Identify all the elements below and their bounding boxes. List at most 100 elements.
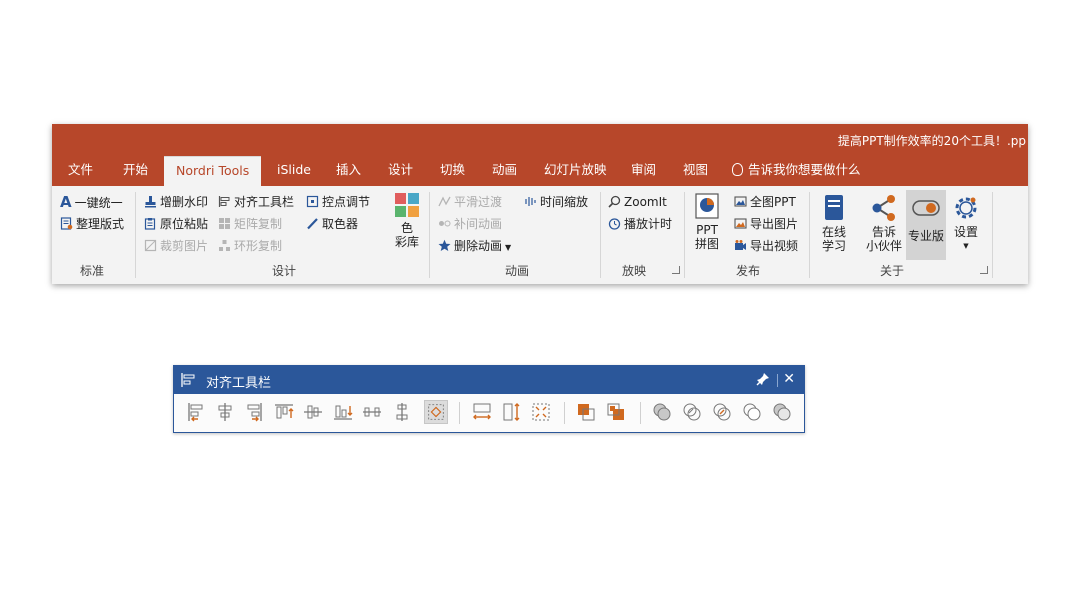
export-image-icon	[734, 218, 747, 229]
handle-adjust-icon	[306, 195, 319, 208]
align-to-slide-button[interactable]	[424, 400, 448, 424]
align-bottom-button[interactable]	[331, 400, 355, 424]
export-image-button[interactable]: 导出图片	[734, 214, 798, 234]
swap-position-button[interactable]	[604, 400, 628, 424]
time-scale-button[interactable]: 时间缩放	[524, 192, 588, 212]
shape-union-button[interactable]	[650, 400, 674, 424]
zoomit-button[interactable]: ZoomIt	[608, 192, 667, 212]
delete-animation-button[interactable]: 删除动画 ▼	[438, 236, 511, 256]
toggle-switch-icon	[912, 200, 940, 216]
smooth-transition-button[interactable]: 平滑过渡	[438, 192, 502, 212]
align-toolbar-header: 对齐工具栏 ✕	[174, 366, 804, 394]
tween-animation-button[interactable]: 补间动画	[438, 214, 502, 234]
tab-design[interactable]: 设计	[388, 156, 413, 186]
tab-insert[interactable]: 插入	[336, 156, 361, 186]
unify-button[interactable]: A 一键统一	[60, 192, 123, 212]
toolbar-separator	[459, 402, 460, 424]
header-divider	[777, 374, 778, 387]
share-icon	[872, 195, 895, 221]
align-right-button[interactable]	[242, 400, 266, 424]
group-separator	[992, 192, 993, 278]
group-label-publish: 发布	[736, 264, 761, 278]
same-height-button[interactable]	[500, 400, 524, 424]
align-left-button[interactable]	[184, 400, 208, 424]
ribbon-window: 提高PPT制作效率的20个工具！.pp 文件 开始 Nordri Tools i…	[52, 124, 1028, 284]
same-width-button[interactable]	[470, 400, 494, 424]
ribbon-groups: A 一键统一 整理版式 标准 增删水印 原位粘贴 裁剪图片 对齐工具栏 矩阵复制 …	[52, 186, 1028, 284]
chevron-down-icon: ▼	[505, 243, 512, 252]
color-picker-button[interactable]: 取色器	[306, 214, 358, 234]
color-palette-icon	[395, 193, 419, 217]
close-icon[interactable]: ✕	[783, 371, 795, 387]
tab-view[interactable]: 视图	[683, 156, 708, 186]
pie-chart-doc-icon	[695, 193, 719, 219]
same-size-button[interactable]	[529, 400, 553, 424]
dialog-launcher-icon[interactable]	[980, 266, 988, 274]
tab-nordri-tools[interactable]: Nordri Tools	[164, 156, 262, 187]
chevron-down-icon: ▼	[963, 242, 969, 250]
tab-slideshow[interactable]: 幻灯片放映	[544, 156, 607, 186]
lightbulb-icon	[732, 163, 743, 176]
shape-intersect-button[interactable]	[740, 400, 764, 424]
tween-icon	[439, 220, 451, 227]
align-toolbar-body	[174, 394, 804, 432]
title-bar: 提高PPT制作效率的20个工具！.pp	[52, 124, 1028, 156]
pin-icon[interactable]	[756, 372, 770, 386]
color-library-button[interactable]: 色 彩库	[392, 192, 422, 249]
eyedropper-icon	[307, 218, 318, 230]
toolbar-separator	[640, 402, 641, 424]
pro-version-toggle[interactable]: 专业版	[906, 190, 946, 260]
align-toolbar-title: 对齐工具栏	[206, 376, 272, 391]
tab-home[interactable]: 开始	[123, 156, 148, 186]
ppt-collage-button[interactable]: PPT 拼图	[692, 192, 722, 251]
group-label-standard: 标准	[80, 264, 105, 278]
ring-copy-icon	[219, 240, 230, 251]
tab-transitions[interactable]: 切换	[440, 156, 465, 186]
distribute-vertical-button[interactable]	[390, 400, 414, 424]
shape-fragment-button[interactable]	[710, 400, 734, 424]
tell-friends-button[interactable]: 告诉 小伙伴	[862, 194, 906, 253]
full-image-ppt-button[interactable]: 全图PPT	[734, 192, 796, 212]
align-toolbar-button[interactable]: 对齐工具栏	[218, 192, 294, 212]
group-separator	[809, 192, 810, 278]
ring-copy-button[interactable]: 环形复制	[218, 236, 282, 256]
tab-review[interactable]: 审阅	[631, 156, 656, 186]
dialog-launcher-icon[interactable]	[672, 266, 680, 274]
handle-adjust-button[interactable]: 控点调节	[306, 192, 370, 212]
align-left-icon	[218, 196, 230, 207]
export-video-button[interactable]: 导出视频	[734, 236, 798, 256]
crop-image-button[interactable]: 裁剪图片	[144, 236, 208, 256]
group-label-about: 关于	[880, 264, 905, 278]
watermark-button[interactable]: 增删水印	[144, 192, 208, 212]
rehearse-timing-button[interactable]: 播放计时	[608, 214, 672, 234]
gear-icon	[955, 197, 977, 219]
paste-icon	[144, 218, 156, 230]
shape-combine-button[interactable]	[680, 400, 704, 424]
layout-doc-icon	[60, 217, 73, 230]
tell-me-search[interactable]: 告诉我你想要做什么	[732, 156, 861, 186]
online-learning-button[interactable]: 在线 学习	[817, 194, 851, 253]
clock-icon	[608, 218, 621, 230]
align-middle-button[interactable]	[301, 400, 325, 424]
magnifier-icon	[608, 195, 621, 208]
star-icon	[438, 239, 451, 251]
settings-button[interactable]: 设置 ▼	[948, 194, 984, 253]
align-toolbar-panel: 对齐工具栏 ✕	[173, 365, 805, 433]
paste-in-place-button[interactable]: 原位粘贴	[144, 214, 208, 234]
align-center-button[interactable]	[213, 400, 237, 424]
shape-subtract-button[interactable]	[770, 400, 794, 424]
tab-animations[interactable]: 动画	[492, 156, 517, 186]
smooth-transition-icon	[438, 196, 451, 207]
stamp-icon	[145, 196, 156, 208]
toolbar-separator	[564, 402, 565, 424]
matrix-copy-button[interactable]: 矩阵复制	[218, 214, 282, 234]
group-separator	[684, 192, 685, 278]
tell-me-text: 告诉我你想要做什么	[748, 162, 861, 177]
tidy-layout-button[interactable]: 整理版式	[60, 214, 124, 234]
group-separator	[600, 192, 601, 278]
tab-file[interactable]: 文件	[68, 156, 93, 186]
bring-forward-button[interactable]	[574, 400, 598, 424]
distribute-horizontal-button[interactable]	[360, 400, 384, 424]
tab-islide[interactable]: iSlide	[277, 156, 311, 186]
align-top-button[interactable]	[272, 400, 296, 424]
